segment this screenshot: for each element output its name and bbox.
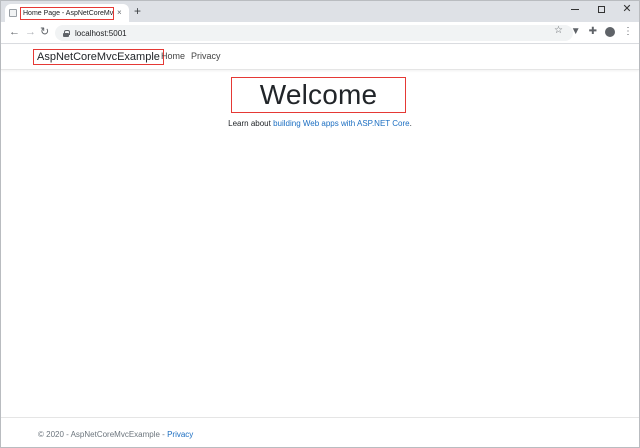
extension-puzzle-icon[interactable]: ✚ [589, 25, 597, 39]
site-footer: © 2020 - AspNetCoreMvcExample - Privacy [1, 417, 639, 448]
minimize-button[interactable] [569, 3, 581, 15]
extension-icons: ▼ ✚ ⋮ [571, 25, 633, 39]
learn-paragraph: Learn about building Web apps with ASP.N… [1, 119, 639, 128]
minimize-icon [571, 8, 579, 10]
learn-link[interactable]: building Web apps with ASP.NET Core [273, 119, 410, 128]
new-tab-button[interactable]: + [134, 5, 141, 17]
reload-icon[interactable]: ↻ [40, 25, 49, 39]
page-favicon-icon [9, 9, 17, 17]
star-icon[interactable]: ☆ [554, 26, 563, 36]
footer-text: © 2020 - AspNetCoreMvcExample - Privacy [38, 430, 193, 439]
maximize-button[interactable] [595, 3, 607, 15]
footer-privacy-link[interactable]: Privacy [167, 430, 193, 439]
forward-arrow-icon[interactable]: → [25, 25, 36, 39]
copyright-text: © 2020 - AspNetCoreMvcExample - [38, 430, 168, 439]
maximize-icon [597, 5, 605, 13]
tab-strip: Home Page - AspNetCoreMvcExample × + ✕ [1, 1, 639, 22]
brand-link[interactable]: AspNetCoreMvcExample [33, 49, 164, 65]
back-arrow-icon[interactable]: ← [9, 25, 20, 39]
learn-prefix: Learn about [228, 119, 274, 128]
url-text[interactable]: localhost:5001 [75, 29, 127, 38]
close-icon: ✕ [622, 2, 632, 15]
address-bar[interactable]: localhost:5001 [55, 25, 573, 41]
lock-icon[interactable] [63, 29, 70, 37]
page-heading: Welcome [231, 77, 406, 113]
close-tab-icon[interactable]: × [117, 9, 122, 17]
kebab-menu-icon[interactable]: ⋮ [623, 25, 633, 39]
learn-suffix: . [409, 119, 412, 128]
nav-link-privacy[interactable]: Privacy [191, 51, 221, 61]
filter-extension-icon[interactable]: ▼ [571, 25, 581, 39]
browser-window: Home Page - AspNetCoreMvcExample × + ✕ ←… [0, 0, 640, 448]
close-window-button[interactable]: ✕ [621, 3, 633, 15]
profile-icon[interactable] [605, 27, 615, 37]
browser-tab[interactable]: Home Page - AspNetCoreMvcExample × [5, 4, 129, 22]
window-controls: ✕ [569, 3, 633, 15]
tab-title: Home Page - AspNetCoreMvcExample [20, 6, 114, 20]
browser-toolbar: ← → ↻ localhost:5001 ☆ ▼ ✚ ⋮ [1, 22, 639, 44]
site-navbar: AspNetCoreMvcExample Home Privacy [1, 45, 639, 70]
nav-link-home[interactable]: Home [161, 51, 185, 61]
